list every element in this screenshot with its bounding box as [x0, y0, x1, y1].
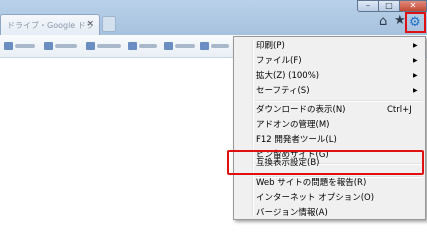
menu-item-about[interactable]: バージョン情報(A) [256, 206, 328, 220]
tools-highlight: ⚙ [405, 12, 426, 33]
favorite-link[interactable] [44, 41, 78, 51]
submenu-arrow-icon: ▶ [413, 57, 418, 64]
submenu-arrow-icon: ▶ [413, 72, 418, 79]
favorite-link[interactable] [86, 41, 122, 51]
favorite-link[interactable] [164, 41, 196, 51]
menu-item-safety[interactable]: セーフティ(S) [256, 84, 310, 98]
submenu-arrow-icon: ▶ [413, 42, 418, 49]
maximize-button[interactable]: □ [378, 0, 400, 12]
submenu-arrow-icon: ▶ [413, 87, 418, 94]
favorite-link[interactable] [4, 41, 36, 51]
menu-item-dev-tools[interactable]: F12 開発者ツール(L) [256, 133, 337, 147]
star-icon[interactable]: ★ [394, 13, 406, 28]
compatibility-highlight [227, 150, 424, 175]
menu-gutter [252, 39, 254, 217]
tools-menu: 印刷(P) ▶ ファイル(F) ▶ 拡大(Z) (100%) ▶ セーフティ(S… [233, 36, 426, 220]
minimize-button[interactable]: – [357, 0, 379, 12]
menu-item-internet-options[interactable]: インターネット オプション(O) [256, 191, 374, 205]
home-icon[interactable]: ⌂ [379, 14, 387, 29]
browser-frame: ドライブ・Google ドラ × – □ ✕ ⌂ ★ ⚙ [0, 0, 427, 35]
menu-item-print[interactable]: 印刷(P) [256, 39, 285, 53]
menu-item-view-downloads[interactable]: ダウンロードの表示(N) [256, 103, 346, 117]
tab-title: ドライブ・Google ドラ [7, 21, 94, 30]
menu-item-zoom[interactable]: 拡大(Z) (100%) [256, 69, 319, 83]
favorite-link[interactable] [200, 41, 230, 51]
menu-item-file[interactable]: ファイル(F) [256, 54, 302, 68]
browser-tab[interactable]: ドライブ・Google ドラ × [0, 14, 100, 35]
tab-close-icon[interactable]: × [86, 19, 94, 29]
menu-separator [255, 100, 423, 102]
shortcut-label: Ctrl+J [387, 105, 412, 115]
new-tab-button[interactable] [102, 16, 116, 32]
close-window-button[interactable]: ✕ [399, 0, 427, 12]
menu-item-manage-addons[interactable]: アドオンの管理(M) [256, 118, 329, 132]
gear-icon[interactable]: ⚙ [409, 14, 421, 31]
favorite-link[interactable] [128, 41, 158, 51]
menu-item-report-problems[interactable]: Web サイトの問題を報告(R) [256, 176, 366, 190]
